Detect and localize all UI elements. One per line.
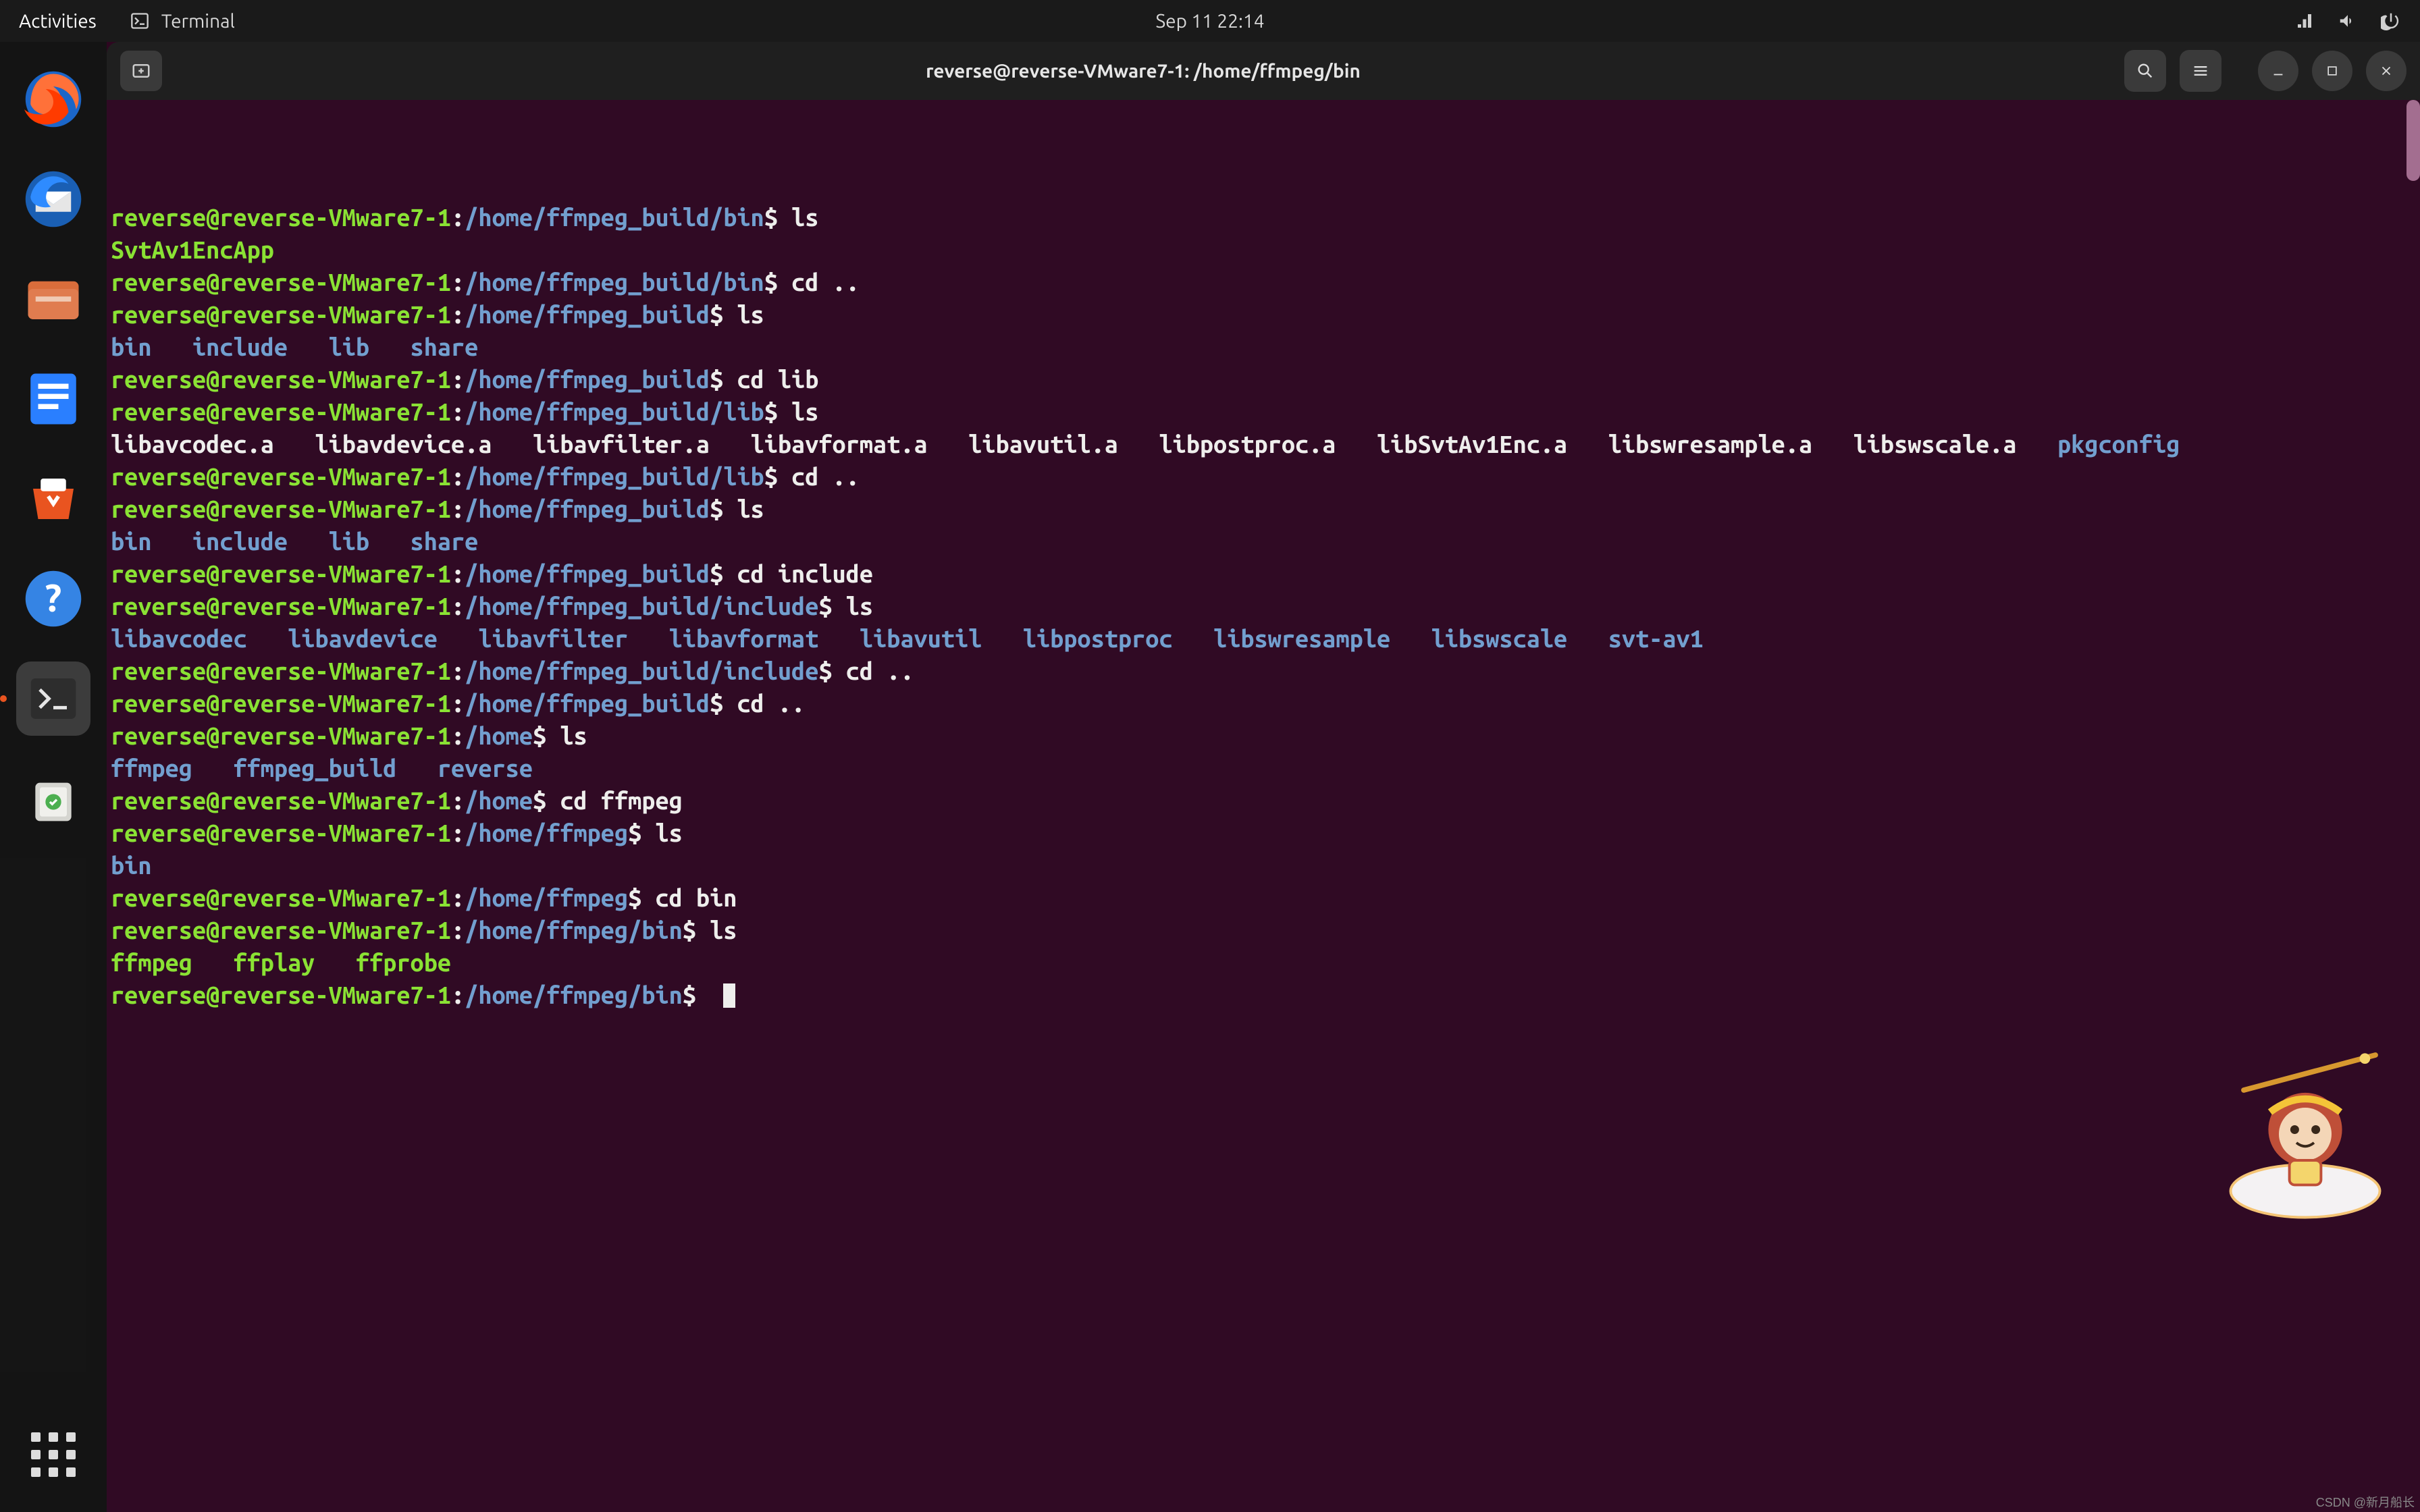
- dock-firefox[interactable]: [16, 62, 90, 136]
- terminal-line: reverse@reverse-VMware7-1:/home/ffmpeg_b…: [111, 590, 2416, 622]
- network-icon[interactable]: [2294, 11, 2315, 31]
- gnome-top-panel: Activities Terminal Sep 11 22:14: [0, 0, 2420, 42]
- titlebar: reverse@reverse-VMware7-1: /home/ffmpeg/…: [107, 42, 2420, 100]
- mascot-overlay: [2217, 1046, 2393, 1222]
- watermark-text: CSDN @新月船长: [2316, 1493, 2415, 1511]
- dock-thunderbird[interactable]: [16, 162, 90, 236]
- terminal-line: reverse@reverse-VMware7-1:/home/ffmpeg_b…: [111, 363, 2416, 396]
- dock: ?: [0, 42, 107, 1512]
- terminal-output: bin include lib share: [111, 525, 2416, 558]
- activities-button[interactable]: Activities: [19, 11, 97, 32]
- terminal-body[interactable]: reverse@reverse-VMware7-1:/home/ffmpeg_b…: [107, 100, 2420, 1512]
- dock-files[interactable]: [16, 262, 90, 336]
- terminal-line: reverse@reverse-VMware7-1:/home$ ls: [111, 720, 2416, 752]
- terminal-line: reverse@reverse-VMware7-1:/home/ffmpeg$ …: [111, 817, 2416, 849]
- terminal-line: reverse@reverse-VMware7-1:/home/ffmpeg$ …: [111, 882, 2416, 914]
- terminal-line: reverse@reverse-VMware7-1:/home/ffmpeg/b…: [111, 979, 2416, 1011]
- search-icon: [2136, 61, 2155, 80]
- terminal-line: reverse@reverse-VMware7-1:/home/ffmpeg_b…: [111, 266, 2416, 298]
- cursor: [723, 983, 735, 1008]
- dock-libreoffice-writer[interactable]: [16, 362, 90, 436]
- terminal-line: reverse@reverse-VMware7-1:/home/ffmpeg_b…: [111, 558, 2416, 590]
- clock[interactable]: Sep 11 22:14: [1156, 11, 1265, 32]
- svg-text:?: ?: [45, 576, 62, 619]
- minimize-icon: [2271, 63, 2286, 78]
- terminal-icon: [130, 11, 149, 30]
- terminal-output: ffmpeg ffmpeg_build reverse: [111, 752, 2416, 784]
- window-title: reverse@reverse-VMware7-1: /home/ffmpeg/…: [162, 61, 2124, 82]
- hamburger-icon: [2191, 61, 2210, 80]
- current-app-label: Terminal: [161, 11, 235, 32]
- terminal-line: reverse@reverse-VMware7-1:/home/ffmpeg_b…: [111, 460, 2416, 493]
- terminal-line: reverse@reverse-VMware7-1:/home/ffmpeg/b…: [111, 914, 2416, 946]
- dock-software[interactable]: [16, 462, 90, 536]
- power-icon[interactable]: [2381, 11, 2401, 31]
- terminal-line: reverse@reverse-VMware7-1:/home/ffmpeg_b…: [111, 687, 2416, 720]
- dock-show-apps[interactable]: [16, 1418, 90, 1492]
- terminal-line: reverse@reverse-VMware7-1:/home/ffmpeg_b…: [111, 655, 2416, 687]
- close-icon: [2379, 63, 2394, 78]
- minimize-button[interactable]: [2258, 51, 2298, 91]
- new-tab-icon: [131, 61, 151, 81]
- dock-help[interactable]: ?: [16, 562, 90, 636]
- terminal-output: libavcodec.a libavdevice.a libavfilter.a…: [111, 428, 2416, 460]
- maximize-button[interactable]: [2312, 51, 2352, 91]
- apps-grid-icon: [31, 1432, 76, 1477]
- terminal-line: reverse@reverse-VMware7-1:/home/ffmpeg_b…: [111, 493, 2416, 525]
- maximize-icon: [2325, 64, 2339, 78]
- current-app-indicator[interactable]: Terminal: [130, 11, 235, 32]
- terminal-line: reverse@reverse-VMware7-1:/home/ffmpeg_b…: [111, 298, 2416, 331]
- terminal-window: reverse@reverse-VMware7-1: /home/ffmpeg/…: [107, 42, 2420, 1512]
- close-button[interactable]: [2366, 51, 2406, 91]
- scrollbar-thumb[interactable]: [2406, 100, 2420, 181]
- terminal-output: SvtAv1EncApp: [111, 234, 2416, 266]
- terminal-line: reverse@reverse-VMware7-1:/home$ cd ffmp…: [111, 784, 2416, 817]
- new-tab-button[interactable]: [120, 51, 162, 91]
- dock-terminal[interactable]: [16, 662, 90, 736]
- terminal-output: ffmpeg ffplay ffprobe: [111, 946, 2416, 979]
- terminal-output: bin: [111, 849, 2416, 882]
- dock-trash[interactable]: [16, 761, 90, 836]
- volume-icon[interactable]: [2338, 11, 2358, 31]
- terminal-line: reverse@reverse-VMware7-1:/home/ffmpeg_b…: [111, 396, 2416, 428]
- terminal-output: libavcodec libavdevice libavfilter libav…: [111, 622, 2416, 655]
- terminal-output: bin include lib share: [111, 331, 2416, 363]
- terminal-line: reverse@reverse-VMware7-1:/home/ffmpeg_b…: [111, 201, 2416, 234]
- search-button[interactable]: [2124, 50, 2166, 92]
- hamburger-menu-button[interactable]: [2180, 50, 2221, 92]
